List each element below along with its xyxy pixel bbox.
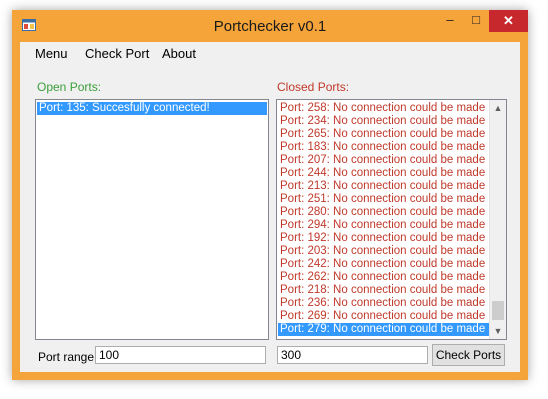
open-ports-item[interactable]: Port: 135: Succesfully connected! bbox=[37, 102, 267, 115]
closed-ports-list[interactable]: Port: 258: No connection could be made b… bbox=[276, 99, 507, 340]
minimize-button[interactable]: – bbox=[437, 10, 463, 32]
menu-bar: Menu Check Port About bbox=[20, 42, 520, 64]
closed-ports-item[interactable]: Port: 262: No connection could be made b… bbox=[278, 271, 506, 284]
closed-ports-item[interactable]: Port: 265: No connection could be made b… bbox=[278, 128, 506, 141]
menu-menu[interactable]: Menu bbox=[35, 46, 68, 61]
maximize-icon: □ bbox=[472, 12, 480, 27]
closed-ports-item[interactable]: Port: 207: No connection could be made b… bbox=[278, 154, 506, 167]
scroll-up-icon[interactable]: ▲ bbox=[490, 100, 506, 116]
closed-ports-item[interactable]: Port: 236: No connection could be made b… bbox=[278, 297, 506, 310]
minimize-icon: – bbox=[446, 12, 454, 27]
closed-ports-item[interactable]: Port: 242: No connection could be made b… bbox=[278, 258, 506, 271]
closed-ports-item[interactable]: Port: 234: No connection could be made b… bbox=[278, 115, 506, 128]
closed-ports-item[interactable]: Port: 269: No connection could be made b… bbox=[278, 310, 506, 323]
closed-ports-item[interactable]: Port: 279: No connection could be made b… bbox=[278, 323, 506, 336]
closed-ports-item[interactable]: Port: 192: No connection could be made b… bbox=[278, 232, 506, 245]
closed-ports-item[interactable]: Port: 244: No connection could be made b… bbox=[278, 167, 506, 180]
close-icon: ✕ bbox=[503, 13, 514, 28]
port-range-to-input[interactable] bbox=[277, 346, 428, 364]
title-bar[interactable]: Portchecker v0.1 – □ ✕ bbox=[12, 10, 528, 42]
closed-ports-item[interactable]: Port: 203: No connection could be made b… bbox=[278, 245, 506, 258]
open-ports-label: Open Ports: bbox=[37, 80, 102, 94]
open-ports-list[interactable]: Port: 135: Succesfully connected! bbox=[35, 99, 269, 340]
closed-ports-scrollbar[interactable]: ▲ ▼ bbox=[489, 100, 506, 339]
closed-ports-item[interactable]: Port: 294: No connection could be made b… bbox=[278, 219, 506, 232]
app-window: Portchecker v0.1 – □ ✕ Menu Check Port A… bbox=[12, 10, 528, 380]
maximize-button[interactable]: □ bbox=[463, 10, 489, 32]
check-ports-button[interactable]: Check Ports bbox=[432, 344, 505, 366]
closed-ports-item[interactable]: Port: 280: No connection could be made b… bbox=[278, 206, 506, 219]
menu-check-port[interactable]: Check Port bbox=[85, 46, 149, 61]
scroll-down-icon[interactable]: ▼ bbox=[490, 323, 506, 339]
menu-about[interactable]: About bbox=[162, 46, 196, 61]
closed-ports-item[interactable]: Port: 213: No connection could be made b… bbox=[278, 180, 506, 193]
closed-ports-item[interactable]: Port: 183: No connection could be made b… bbox=[278, 141, 506, 154]
closed-ports-label: Closed Ports: bbox=[277, 80, 350, 94]
closed-ports-item[interactable]: Port: 251: No connection could be made b… bbox=[278, 193, 506, 206]
port-range-from-input[interactable] bbox=[95, 346, 266, 364]
closed-ports-item[interactable]: Port: 258: No connection could be made b… bbox=[278, 102, 506, 115]
closed-ports-item[interactable]: Port: 218: No connection could be made b… bbox=[278, 284, 506, 297]
client-area: Menu Check Port About Open Ports: Closed… bbox=[20, 42, 520, 372]
port-range-label: Port range: bbox=[38, 350, 98, 364]
close-button[interactable]: ✕ bbox=[489, 10, 528, 32]
scroll-thumb[interactable] bbox=[492, 301, 504, 320]
